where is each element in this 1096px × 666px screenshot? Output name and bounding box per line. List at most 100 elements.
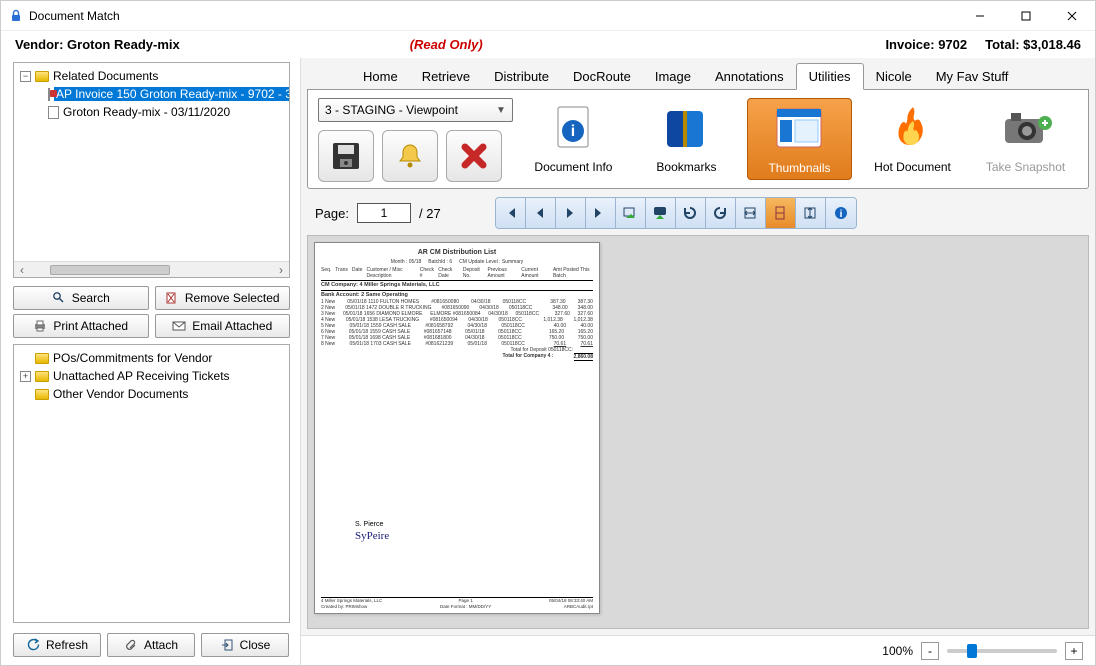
maximize-button[interactable] (1003, 1, 1049, 31)
prev-page-button[interactable] (526, 198, 556, 228)
refresh-button[interactable]: Refresh (13, 633, 101, 657)
signature: S. Pierce SyPeire (355, 521, 389, 543)
read-only-label: (Read Only) (410, 37, 483, 52)
attach-icon (124, 638, 138, 652)
print-attached-button[interactable]: Print Attached (13, 314, 149, 338)
tab-utilities[interactable]: Utilities (796, 63, 864, 90)
thumbnails-button[interactable]: Thumbnails (747, 98, 852, 180)
page-info-button[interactable]: i (826, 198, 856, 228)
bell-button[interactable] (382, 130, 438, 182)
tab-distribute[interactable]: Distribute (482, 64, 561, 89)
document-icon (48, 88, 50, 101)
close-button[interactable]: Close (201, 633, 289, 657)
close-window-button[interactable] (1049, 1, 1095, 31)
tree-item[interactable]: AP Invoice 150 Groton Ready-mix - 9702 -… (14, 85, 289, 103)
zoom-bar: 100% - + (301, 635, 1095, 665)
svg-text:i: i (571, 123, 575, 140)
hot-document-button[interactable]: Hot Document (860, 98, 965, 178)
tab-myfavstuff[interactable]: My Fav Stuff (924, 64, 1021, 89)
first-page-button[interactable] (496, 198, 526, 228)
collapse-icon[interactable]: − (20, 71, 31, 82)
tree-item[interactable]: Other Vendor Documents (14, 385, 289, 403)
total-label: Total: $3,018.46 (985, 37, 1081, 52)
email-attached-button[interactable]: Email Attached (155, 314, 291, 338)
attach-button[interactable]: Attach (107, 633, 195, 657)
tab-home[interactable]: Home (351, 64, 410, 89)
rotate-left-button[interactable] (676, 198, 706, 228)
ribbon-toolbar: 3 - STAGING - Viewpoint ▼ i (307, 89, 1089, 189)
floppy-icon (329, 139, 363, 173)
fit-page-button[interactable] (766, 198, 796, 228)
nav-tool-button[interactable] (616, 198, 646, 228)
bookmarks-button[interactable]: Bookmarks (634, 98, 739, 178)
zoom-out-button[interactable]: - (921, 642, 939, 660)
folder-icon (35, 353, 49, 364)
book-icon (658, 100, 714, 156)
tab-retrieve[interactable]: Retrieve (410, 64, 482, 89)
document-info-button[interactable]: i Document Info (521, 98, 626, 178)
folder-icon (35, 389, 49, 400)
tab-nicole[interactable]: Nicole (864, 64, 924, 89)
remove-icon (165, 291, 179, 305)
tree-item[interactable]: Groton Ready-mix - 03/11/2020 (14, 103, 289, 121)
bell-icon (393, 139, 427, 173)
vendor-documents-tree[interactable]: POs/Commitments for Vendor + Unattached … (13, 344, 290, 623)
page-navigation-bar: Page: / 27 i (301, 189, 1095, 235)
left-panel: − Related Documents AP Invoice 150 Groto… (1, 58, 301, 665)
search-button[interactable]: Search (13, 286, 149, 310)
next-page-button[interactable] (556, 198, 586, 228)
zoom-slider-knob[interactable] (967, 644, 977, 658)
nav-tool-button[interactable] (646, 198, 676, 228)
minimize-button[interactable] (957, 1, 1003, 31)
document-viewer[interactable]: AR CM Distribution List Month : 05/18 Ba… (307, 235, 1089, 629)
camera-icon (998, 100, 1054, 156)
folder-icon (35, 71, 49, 82)
save-button[interactable] (318, 130, 374, 182)
email-icon (172, 319, 186, 333)
folder-icon (35, 371, 49, 382)
document-icon (48, 106, 59, 119)
page-number-input[interactable] (357, 203, 411, 223)
expand-icon[interactable]: + (20, 371, 31, 382)
delete-button[interactable] (446, 130, 502, 182)
tree-item[interactable]: + Unattached AP Receiving Tickets (14, 367, 289, 385)
scroll-right-icon[interactable]: › (273, 263, 289, 277)
vendor-name: Groton Ready-mix (67, 37, 180, 52)
related-documents-tree[interactable]: − Related Documents AP Invoice 150 Groto… (13, 62, 290, 278)
staging-combo[interactable]: 3 - STAGING - Viewpoint ▼ (318, 98, 513, 122)
page-nav-buttons: i (495, 197, 857, 229)
remove-selected-button[interactable]: Remove Selected (155, 286, 291, 310)
zoom-in-button[interactable]: + (1065, 642, 1083, 660)
rotate-right-button[interactable] (706, 198, 736, 228)
last-page-button[interactable] (586, 198, 616, 228)
window-title: Document Match (29, 9, 120, 23)
scroll-thumb[interactable] (50, 265, 170, 275)
lock-icon (9, 9, 23, 23)
tab-image[interactable]: Image (643, 64, 703, 89)
tab-annotations[interactable]: Annotations (703, 64, 796, 89)
document-info-icon: i (545, 100, 601, 156)
title-bar: Document Match (1, 1, 1095, 31)
search-icon (52, 291, 66, 305)
scroll-left-icon[interactable]: ‹ (14, 263, 30, 277)
svg-text:i: i (839, 209, 842, 220)
page-label: Page: (315, 206, 349, 221)
tree-root[interactable]: − Related Documents (14, 67, 289, 85)
page-total: / 27 (419, 206, 441, 221)
close-icon (220, 638, 234, 652)
zoom-slider[interactable] (947, 649, 1057, 653)
chevron-down-icon: ▼ (496, 105, 506, 116)
printer-icon (33, 319, 47, 333)
vendor-label: Vendor: (15, 37, 63, 52)
page-thumbnail[interactable]: AR CM Distribution List Month : 05/18 Ba… (314, 242, 600, 614)
invoice-label: Invoice: 9702 (885, 37, 967, 52)
thumbnails-icon (771, 101, 827, 157)
take-snapshot-button[interactable]: Take Snapshot (973, 98, 1078, 178)
fit-width-button[interactable] (736, 198, 766, 228)
tab-docroute[interactable]: DocRoute (561, 64, 643, 89)
horizontal-scrollbar[interactable]: ‹ › (14, 261, 289, 277)
tree-item[interactable]: POs/Commitments for Vendor (14, 349, 289, 367)
viewer-panel: Home Retrieve Distribute DocRoute Image … (301, 58, 1095, 665)
info-header: Vendor: Groton Ready-mix (Read Only) Inv… (1, 31, 1095, 58)
fit-height-button[interactable] (796, 198, 826, 228)
